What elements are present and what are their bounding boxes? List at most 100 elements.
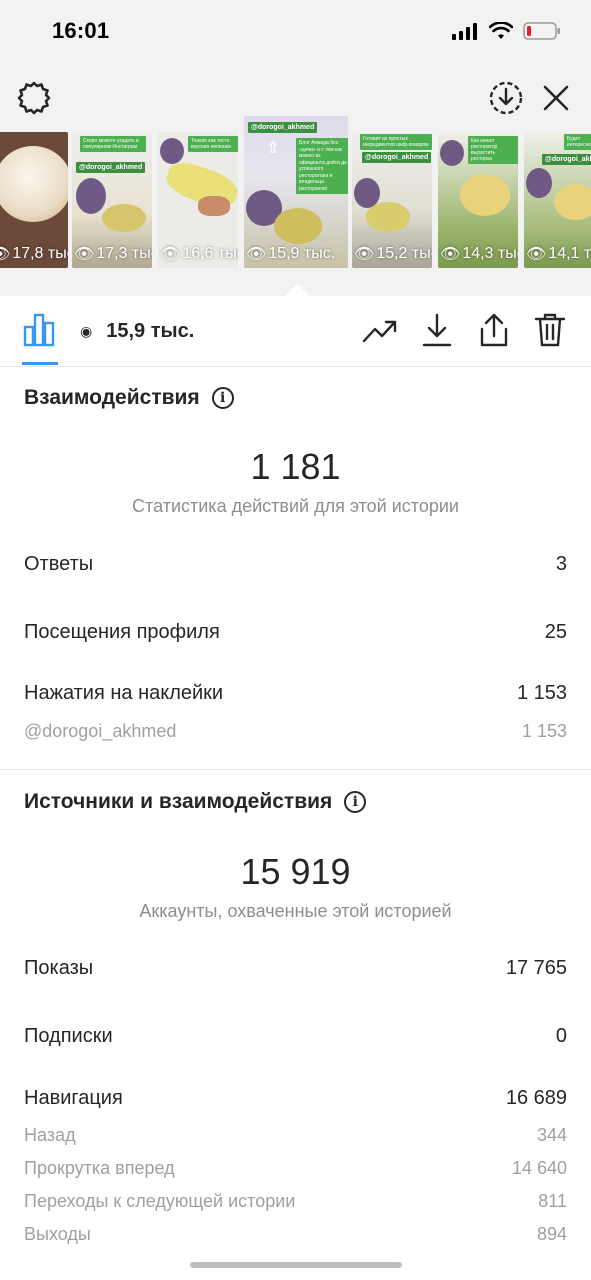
download-icon bbox=[422, 313, 452, 347]
reach-total: 15 919 bbox=[240, 851, 351, 892]
view-count: 17,8 тыс. bbox=[12, 245, 68, 262]
story-mention-tag: @dorogoi_akhmed bbox=[76, 162, 146, 173]
eye-icon: 👁 bbox=[74, 246, 95, 263]
wifi-icon bbox=[489, 22, 513, 39]
view-count: 14,3 тыс. bbox=[462, 245, 518, 262]
eye-icon: 👁 bbox=[0, 246, 11, 263]
section-title-text: Источники и взаимодействия bbox=[24, 790, 333, 813]
share-button[interactable] bbox=[474, 310, 514, 350]
home-indicator[interactable] bbox=[190, 1262, 402, 1268]
story-note: Тонкое как тесто вкусная лепешка bbox=[188, 136, 238, 152]
status-bar: 16:01 bbox=[0, 0, 591, 64]
metric-label: Посещения профиля bbox=[24, 621, 220, 643]
eye-icon: 👁 bbox=[440, 246, 461, 263]
metric-row-forward-taps: Прокрутка вперед 14 640 bbox=[24, 1158, 567, 1179]
delete-button[interactable] bbox=[530, 310, 570, 350]
view-count: 16,6 тыс. bbox=[182, 245, 238, 262]
view-count: 17,3 тыс. bbox=[96, 245, 152, 262]
eye-icon: 👁 bbox=[526, 246, 547, 263]
selected-story-caret bbox=[285, 284, 309, 296]
trash-icon bbox=[534, 313, 566, 347]
metric-value: 0 bbox=[555, 1025, 567, 1047]
share-icon bbox=[480, 313, 508, 347]
reach-caption: Аккаунты, охваченные этой историей bbox=[139, 901, 452, 921]
active-tab-indicator bbox=[22, 362, 58, 365]
close-icon bbox=[543, 85, 569, 111]
metric-sub-value: 344 bbox=[536, 1125, 567, 1145]
insights-tab[interactable] bbox=[18, 310, 62, 350]
metric-value: 16 689 bbox=[505, 1087, 567, 1109]
arrow-up-icon: ⇧ bbox=[266, 140, 280, 157]
metric-sub-label: Назад bbox=[24, 1125, 76, 1145]
viewers-summary[interactable]: ◉ 15,9 тыс. bbox=[80, 320, 194, 343]
metric-row-follows: Подписки 0 bbox=[24, 1025, 567, 1048]
story-mention-tag: @dorogoi_akhmed bbox=[248, 122, 318, 133]
save-story-button[interactable] bbox=[486, 78, 526, 118]
story-note: Как начал ресторатор вырастить ресторан bbox=[468, 136, 518, 164]
story-mention-tag: @dorogoi_akhmed bbox=[542, 154, 591, 165]
metric-row-exits: Выходы 894 bbox=[24, 1224, 567, 1245]
story-thumbnail[interactable]: Скоро можете угадать в популярном Инстаг… bbox=[72, 132, 152, 268]
eye-icon: 👁 bbox=[246, 246, 267, 263]
metric-row-replies: Ответы 3 bbox=[24, 553, 567, 576]
interactions-caption: Статистика действий для этой истории bbox=[132, 496, 459, 516]
interactions-total: 1 181 bbox=[250, 446, 341, 487]
info-icon[interactable]: i bbox=[211, 387, 234, 409]
battery-low-icon bbox=[523, 22, 560, 40]
story-thumbnail[interactable]: Готовит из простых ингредиентов шеф-пова… bbox=[352, 132, 432, 268]
info-icon[interactable]: i bbox=[344, 791, 367, 813]
metric-row-impressions: Показы 17 765 bbox=[24, 957, 567, 980]
trending-up-icon bbox=[362, 320, 397, 343]
metric-row-next-story: Переходы к следующей истории 811 bbox=[24, 1191, 567, 1212]
view-count: 14,1 тыс. bbox=[548, 245, 591, 262]
metric-sub-value: 811 bbox=[538, 1191, 567, 1211]
metric-label: Показы bbox=[24, 957, 94, 979]
story-note: Скоро можете угадать в популярном Инстаг… bbox=[80, 136, 146, 152]
viewer-count: 15,9 тыс. bbox=[106, 320, 195, 342]
close-button[interactable] bbox=[538, 80, 574, 116]
insights-toolbar: ◉ 15,9 тыс. bbox=[0, 296, 591, 367]
story-note: Будет интересно bbox=[564, 134, 591, 150]
metric-sub-label: Прокрутка вперед bbox=[24, 1158, 175, 1178]
cellular-signal-icon bbox=[452, 23, 477, 40]
metric-value: 1 153 bbox=[516, 682, 567, 704]
metric-row-profile-visits: Посещения профиля 25 bbox=[24, 621, 567, 644]
metric-row-sticker-taps: Нажатия на наклейки 1 153 bbox=[24, 682, 567, 705]
metric-sub-label: @dorogoi_akhmed bbox=[24, 721, 177, 741]
story-mention-tag: @dorogoi_akhmed bbox=[362, 152, 432, 163]
metric-sub-value: 1 153 bbox=[521, 721, 567, 741]
story-thumbnail[interactable]: Как начал ресторатор вырастить ресторан … bbox=[438, 132, 518, 268]
gear-icon bbox=[17, 81, 51, 115]
metric-value: 25 bbox=[544, 621, 567, 643]
view-count: 15,2 тыс. bbox=[376, 245, 432, 262]
section-divider bbox=[0, 769, 591, 770]
promote-button[interactable] bbox=[360, 312, 400, 350]
story-thumbnail[interactable]: Тонкое как тесто вкусная лепешка 👁 16,6 т… bbox=[158, 132, 238, 268]
download-button[interactable] bbox=[418, 310, 456, 350]
bar-chart-icon bbox=[23, 313, 55, 347]
eye-icon: 👁 bbox=[160, 246, 181, 263]
metric-row-back: Назад 344 bbox=[24, 1125, 567, 1146]
metric-row-sticker-mention: @dorogoi_akhmed 1 153 bbox=[24, 721, 567, 742]
metric-row-navigation: Навигация 16 689 bbox=[24, 1087, 567, 1110]
metric-sub-label: Выходы bbox=[24, 1224, 91, 1244]
metric-label: Навигация bbox=[24, 1087, 123, 1109]
eye-icon: 👁 bbox=[354, 246, 375, 263]
reach-section-title: Источники и взаимодействия i bbox=[24, 790, 367, 814]
story-thumbnail[interactable]: Будет интересно @dorogoi_akhmed 👁14,1 ты… bbox=[524, 132, 591, 268]
metric-value: 17 765 bbox=[505, 957, 567, 979]
story-note: Готовит из простых ингредиентов шеф-пова… bbox=[360, 134, 432, 150]
story-thumbnail-selected[interactable]: @dorogoi_akhmed ⇧ Блог Ахмеда без «дичи»… bbox=[244, 116, 348, 268]
clock: 16:01 bbox=[52, 18, 110, 43]
settings-button[interactable] bbox=[14, 78, 54, 118]
view-count: 15,9 тыс. bbox=[268, 245, 336, 262]
metric-value: 3 bbox=[555, 553, 567, 575]
download-circle-icon bbox=[489, 81, 523, 115]
metric-label: Подписки bbox=[24, 1025, 113, 1047]
metric-label: Нажатия на наклейки bbox=[24, 682, 224, 704]
story-thumbnail[interactable]: 👁17,8 тыс. bbox=[0, 132, 68, 268]
interactions-section-title: Взаимодействия i bbox=[24, 386, 234, 410]
metric-sub-label: Переходы к следующей истории bbox=[24, 1191, 296, 1211]
story-thumbnail-strip: 👁17,8 тыс. Скоро можете угадать в популя… bbox=[0, 116, 591, 276]
section-title-text: Взаимодействия bbox=[24, 386, 200, 409]
